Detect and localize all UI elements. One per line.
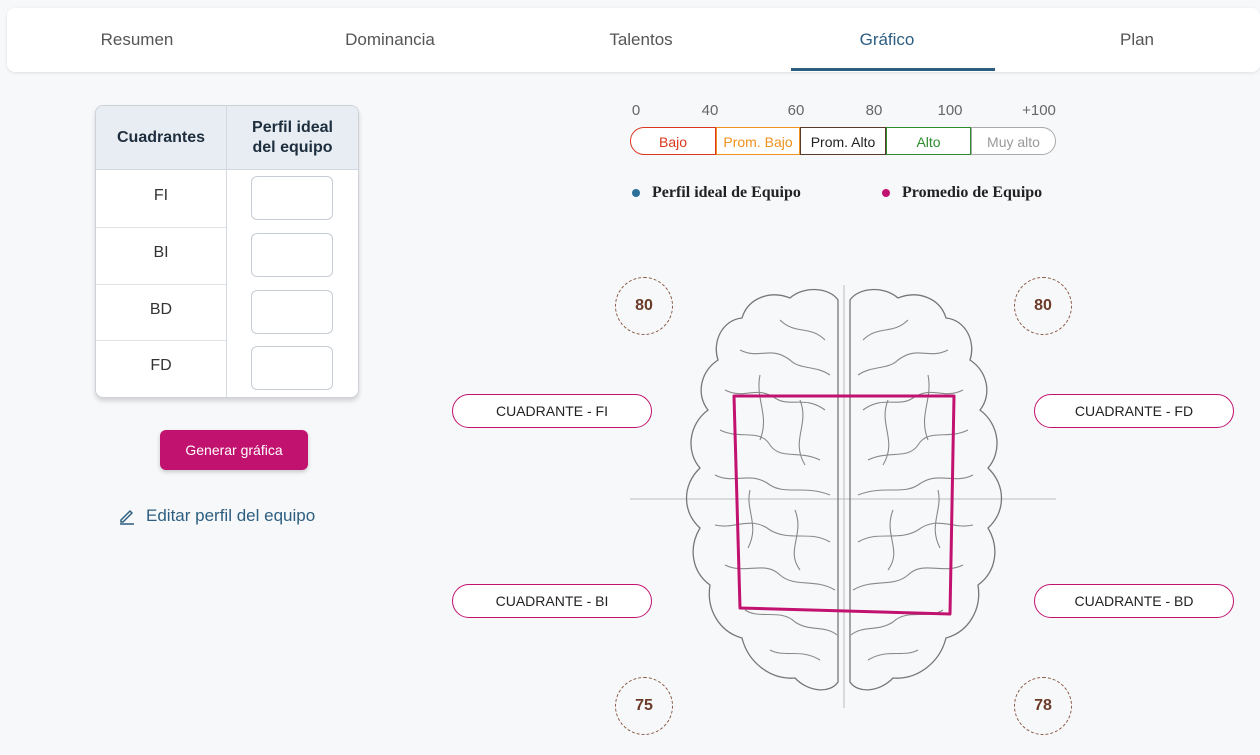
brain-chart [630,285,1056,708]
scale-tick: 0 [631,102,641,119]
scale-segment-bajo: Bajo [630,127,716,155]
tab-bar: Resumen Dominancia Talentos Gráfico Plan [7,8,1260,72]
row-divider [96,227,226,228]
legend-ideal-label: Perfil ideal de Equipo [652,184,801,201]
header-perfil-ideal: Perfil ideal del equipo [227,106,358,169]
quadrant-bi-label[interactable]: CUADRANTE - BI [452,584,652,618]
row-divider [96,284,226,285]
scale-tick: +100 [1022,102,1056,119]
scale-segment-prom-bajo: Prom. Bajo [716,127,800,155]
edit-link-label: Editar perfil del equipo [146,506,316,525]
quadrant-fd-label[interactable]: CUADRANTE - FD [1034,394,1234,428]
row-label-fd: FD [150,357,172,374]
tab-talentos[interactable]: Talentos [566,8,716,72]
scale-segment-muy-alto: Muy alto [971,127,1056,155]
scale-tick: 60 [787,102,805,119]
legend-promedio-label: Promedio de Equipo [902,184,1043,201]
quadrant-bd-label[interactable]: CUADRANTE - BD [1034,584,1234,618]
row-label-bd: BD [149,301,173,318]
tab-dominancia[interactable]: Dominancia [315,8,465,72]
score-fi: 80 [615,277,673,335]
scale-segment-alto: Alto [886,127,971,155]
tab-resumen[interactable]: Resumen [62,8,212,72]
scale-segment-prom-alto: Prom. Alto [800,127,886,155]
fi-input[interactable] [251,176,333,220]
brain-right-hemisphere [849,288,1002,691]
bi-input[interactable] [251,233,333,277]
active-tab-indicator [791,68,995,71]
legend-dot-magenta [882,189,890,197]
row-label-fi: FI [153,187,169,204]
profile-table: Cuadrantes Perfil ideal del equipo FI BI… [95,105,359,398]
edit-team-profile-link[interactable]: Editar perfil del equipo [118,504,315,528]
bd-input[interactable] [251,290,333,334]
legend-promedio: Promedio de Equipo [882,184,1042,202]
row-label-bi: BI [153,244,169,261]
score-fd: 80 [1014,277,1072,335]
score-bd: 78 [1014,677,1072,735]
brain-gyri-right [850,319,974,661]
header-perfil-line1: Perfil ideal [252,118,333,136]
header-cuadrantes: Cuadrantes [116,128,206,146]
generate-chart-button[interactable]: Generar gráfica [160,430,308,470]
legend-ideal: Perfil ideal de Equipo [632,184,801,202]
tab-grafico[interactable]: Gráfico [812,8,962,72]
legend-dot-blue [632,189,640,197]
fd-input[interactable] [251,346,333,390]
quadrant-fi-label[interactable]: CUADRANTE - FI [452,394,652,428]
pencil-icon [120,510,134,525]
score-bi: 75 [615,677,673,735]
scale-tick: 40 [701,102,719,119]
brain-left-hemisphere [686,288,839,691]
scale-tick: 80 [865,102,883,119]
row-divider [96,340,226,341]
tab-plan[interactable]: Plan [1062,8,1212,72]
scale-tick: 100 [937,102,963,119]
header-perfil-line2: del equipo [252,138,333,156]
